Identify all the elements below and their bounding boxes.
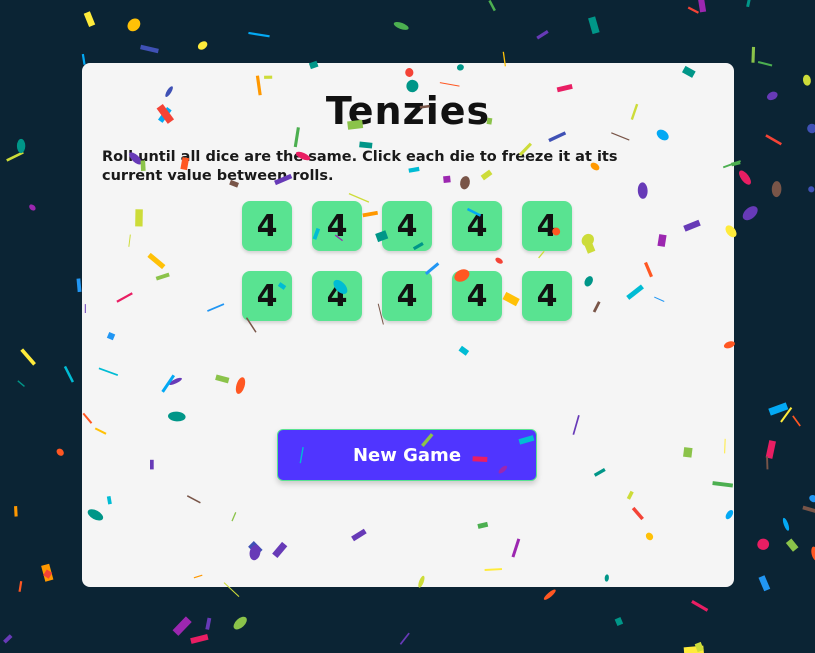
confetti-piece bbox=[43, 569, 53, 579]
confetti-piece bbox=[399, 632, 410, 645]
confetti-piece bbox=[233, 616, 247, 630]
die[interactable]: 4 bbox=[242, 271, 292, 321]
die[interactable]: 4 bbox=[242, 201, 292, 251]
confetti-piece bbox=[768, 402, 789, 416]
die[interactable]: 4 bbox=[382, 201, 432, 251]
die[interactable]: 4 bbox=[452, 201, 502, 251]
confetti-piece bbox=[807, 123, 815, 134]
confetti-piece bbox=[543, 589, 556, 600]
confetti-piece bbox=[18, 581, 23, 592]
game-instructions: Roll until all dice are the same. Click … bbox=[102, 149, 618, 184]
confetti-piece bbox=[766, 91, 778, 101]
confetti-piece bbox=[41, 563, 54, 582]
confetti-piece bbox=[20, 348, 36, 366]
confetti-piece bbox=[758, 575, 771, 592]
confetti-piece bbox=[802, 505, 815, 515]
confetti-piece bbox=[127, 18, 141, 32]
game-title: Tenzies bbox=[325, 89, 491, 133]
confetti-piece bbox=[197, 41, 208, 50]
confetti-piece bbox=[683, 645, 705, 653]
confetti-piece bbox=[742, 206, 758, 221]
confetti-piece bbox=[785, 538, 799, 552]
confetti-piece bbox=[76, 278, 82, 293]
confetti-piece bbox=[6, 151, 24, 162]
confetti-piece bbox=[782, 517, 790, 531]
confetti-piece bbox=[190, 634, 209, 644]
confetti-piece bbox=[694, 641, 704, 653]
confetti-piece bbox=[687, 6, 699, 14]
confetti-piece bbox=[3, 634, 13, 644]
confetti-piece bbox=[16, 138, 26, 154]
die[interactable]: 4 bbox=[382, 271, 432, 321]
confetti-piece bbox=[393, 21, 409, 30]
game-card: Tenzies Roll until all dice are the same… bbox=[82, 63, 734, 587]
die[interactable]: 4 bbox=[312, 271, 362, 321]
confetti-piece bbox=[757, 60, 773, 67]
confetti-piece bbox=[205, 617, 212, 630]
die[interactable]: 4 bbox=[452, 271, 502, 321]
die[interactable]: 4 bbox=[312, 201, 362, 251]
confetti-piece bbox=[17, 380, 25, 387]
new-game-button[interactable]: New Game bbox=[277, 429, 537, 481]
confetti-piece bbox=[29, 204, 36, 211]
confetti-piece bbox=[488, 0, 496, 12]
confetti-piece bbox=[811, 546, 815, 561]
confetti-piece bbox=[83, 11, 96, 28]
confetti-piece bbox=[751, 46, 756, 63]
confetti-piece bbox=[140, 44, 159, 54]
dice-grid: 4 4 4 4 4 4 4 4 4 4 bbox=[242, 201, 572, 321]
confetti-piece bbox=[691, 600, 709, 612]
confetti-piece bbox=[63, 365, 75, 383]
die[interactable]: 4 bbox=[522, 271, 572, 321]
confetti-piece bbox=[588, 16, 600, 35]
confetti-piece bbox=[757, 538, 770, 550]
confetti-piece bbox=[766, 456, 769, 470]
confetti-piece bbox=[771, 181, 782, 198]
confetti-piece bbox=[802, 74, 811, 86]
confetti-piece bbox=[56, 448, 64, 456]
die[interactable]: 4 bbox=[522, 201, 572, 251]
confetti-piece bbox=[765, 440, 776, 459]
confetti-piece bbox=[808, 186, 815, 193]
confetti-piece bbox=[536, 30, 549, 40]
confetti-piece bbox=[792, 415, 801, 427]
confetti-piece bbox=[172, 616, 192, 636]
confetti-piece bbox=[746, 0, 752, 8]
confetti-piece bbox=[765, 134, 782, 146]
confetti-piece bbox=[739, 170, 751, 185]
confetti-piece bbox=[780, 407, 793, 423]
confetti-piece bbox=[614, 617, 624, 626]
confetti-piece bbox=[809, 495, 815, 503]
confetti-piece bbox=[248, 31, 270, 38]
confetti-piece bbox=[14, 506, 18, 517]
confetti-piece bbox=[697, 0, 707, 13]
